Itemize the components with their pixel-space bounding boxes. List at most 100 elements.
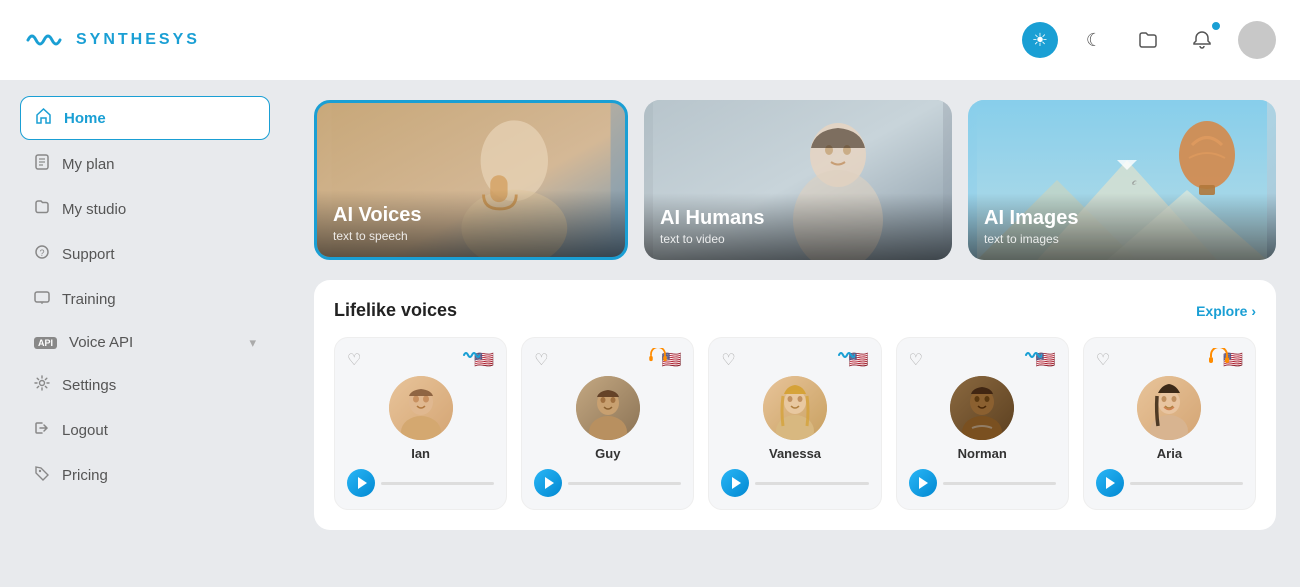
settings-icon: [34, 375, 50, 396]
sidebar-item-voiceapi[interactable]: API Voice API ▾: [20, 324, 270, 361]
sidebar-item-myplan[interactable]: My plan: [20, 144, 270, 185]
norman-play-bar: [943, 482, 1056, 485]
vanessa-name: Vanessa: [769, 446, 821, 461]
ian-wave-icon: [462, 348, 480, 362]
aria-play-bar: [1130, 482, 1243, 485]
ai-images-overlay: AI Images text to images: [968, 193, 1276, 260]
pricing-icon: [34, 465, 50, 486]
guy-play-button[interactable]: [534, 469, 562, 497]
support-icon: ?: [34, 244, 50, 265]
norman-avatar: [950, 376, 1014, 440]
voices-header: Lifelike voices Explore ›: [334, 300, 1256, 321]
norman-wave-icon: [1024, 348, 1042, 362]
voice-cards-list: ♡ 🇺🇸: [334, 337, 1256, 510]
norman-play-button[interactable]: [909, 469, 937, 497]
voice-card-vanessa: ♡ 🇺🇸: [708, 337, 881, 510]
sidebar-item-mystudio-label: My studio: [62, 201, 256, 218]
chevron-down-icon: ▾: [249, 335, 256, 351]
feature-card-ai-images[interactable]: 𝒸 AI Images text to images: [968, 100, 1276, 260]
main-layout: Home My plan My studio: [0, 80, 1300, 587]
vanessa-play-triangle: [732, 477, 741, 489]
sidebar-item-home[interactable]: Home: [20, 96, 270, 140]
aria-play: [1096, 469, 1243, 497]
notification-badge: [1210, 20, 1222, 32]
theme-light-button[interactable]: ☀: [1022, 22, 1058, 58]
training-icon: [34, 289, 50, 310]
ai-humans-title: AI Humans: [660, 207, 936, 230]
aria-play-button[interactable]: [1096, 469, 1124, 497]
guy-name: Guy: [595, 446, 620, 461]
vanessa-play-bar: [755, 482, 868, 485]
sidebar-item-training-label: Training: [62, 291, 256, 308]
logo: SYNTHESYS: [24, 24, 200, 56]
header-actions: ☀ ☾: [1022, 21, 1276, 59]
content-area: AI Voices text to speech: [290, 80, 1300, 587]
mystudio-icon: [34, 199, 50, 220]
ai-voices-title: AI Voices: [333, 204, 609, 227]
ian-name: Ian: [411, 446, 430, 461]
api-badge: API: [34, 337, 57, 349]
guy-avatar: [576, 376, 640, 440]
voices-section: Lifelike voices Explore › ♡ 🇺🇸: [314, 280, 1276, 530]
aria-name: Aria: [1157, 446, 1182, 461]
norman-heart-icon[interactable]: ♡: [909, 350, 923, 370]
guy-heart-icon[interactable]: ♡: [534, 350, 548, 370]
sidebar-item-support-label: Support: [62, 246, 256, 263]
vanessa-avatar: [763, 376, 827, 440]
ian-play-button[interactable]: [347, 469, 375, 497]
guy-headphone-icon: [649, 348, 667, 362]
sidebar-item-voiceapi-label: Voice API: [69, 334, 237, 351]
ian-play: [347, 469, 494, 497]
sidebar-item-settings[interactable]: Settings: [20, 365, 270, 406]
explore-link[interactable]: Explore ›: [1196, 303, 1256, 319]
header: SYNTHESYS ☀ ☾: [0, 0, 1300, 80]
vanessa-play-button[interactable]: [721, 469, 749, 497]
sidebar-item-settings-label: Settings: [62, 377, 256, 394]
sidebar-item-support[interactable]: ? Support: [20, 234, 270, 275]
ai-humans-overlay: AI Humans text to video: [644, 193, 952, 260]
ai-images-title: AI Images: [984, 207, 1260, 230]
ai-humans-subtitle: text to video: [660, 232, 936, 246]
feature-card-ai-humans[interactable]: AI Humans text to video: [644, 100, 952, 260]
aria-avatar: [1137, 376, 1201, 440]
svg-text:𝒸: 𝒸: [1132, 174, 1137, 188]
ai-voices-overlay: AI Voices text to speech: [317, 190, 625, 257]
user-avatar[interactable]: [1238, 21, 1276, 59]
sidebar-item-logout-label: Logout: [62, 422, 256, 439]
sidebar-item-logout[interactable]: Logout: [20, 410, 270, 451]
voice-card-ian: ♡ 🇺🇸: [334, 337, 507, 510]
notification-button[interactable]: [1184, 22, 1220, 58]
aria-play-triangle: [1106, 477, 1115, 489]
theme-dark-button[interactable]: ☾: [1076, 22, 1112, 58]
ian-play-bar: [381, 482, 494, 485]
norman-play-triangle: [919, 477, 928, 489]
voice-card-aria: ♡ 🇺🇸: [1083, 337, 1256, 510]
ian-heart-icon[interactable]: ♡: [347, 350, 361, 370]
logout-icon: [34, 420, 50, 441]
voices-section-title: Lifelike voices: [334, 300, 457, 321]
feature-card-ai-voices[interactable]: AI Voices text to speech: [314, 100, 628, 260]
logo-text: SYNTHESYS: [76, 31, 200, 49]
folder-button[interactable]: [1130, 22, 1166, 58]
sidebar: Home My plan My studio: [0, 80, 290, 587]
norman-play: [909, 469, 1056, 497]
guy-play-bar: [568, 482, 681, 485]
myplan-icon: [34, 154, 50, 175]
svg-text:?: ?: [40, 248, 45, 258]
aria-heart-icon[interactable]: ♡: [1096, 350, 1110, 370]
sidebar-item-pricing-label: Pricing: [62, 467, 256, 484]
sidebar-item-training[interactable]: Training: [20, 279, 270, 320]
guy-play: [534, 469, 681, 497]
aria-headphone-icon: [1209, 348, 1229, 364]
sidebar-item-myplan-label: My plan: [62, 156, 256, 173]
vanessa-heart-icon[interactable]: ♡: [721, 350, 735, 370]
home-icon: [35, 107, 52, 129]
ai-voices-subtitle: text to speech: [333, 229, 609, 243]
logo-icon: [24, 24, 66, 56]
vanessa-play: [721, 469, 868, 497]
ian-play-triangle: [358, 477, 367, 489]
sidebar-item-mystudio[interactable]: My studio: [20, 189, 270, 230]
guy-play-triangle: [545, 477, 554, 489]
norman-name: Norman: [958, 446, 1007, 461]
sidebar-item-pricing[interactable]: Pricing: [20, 455, 270, 496]
